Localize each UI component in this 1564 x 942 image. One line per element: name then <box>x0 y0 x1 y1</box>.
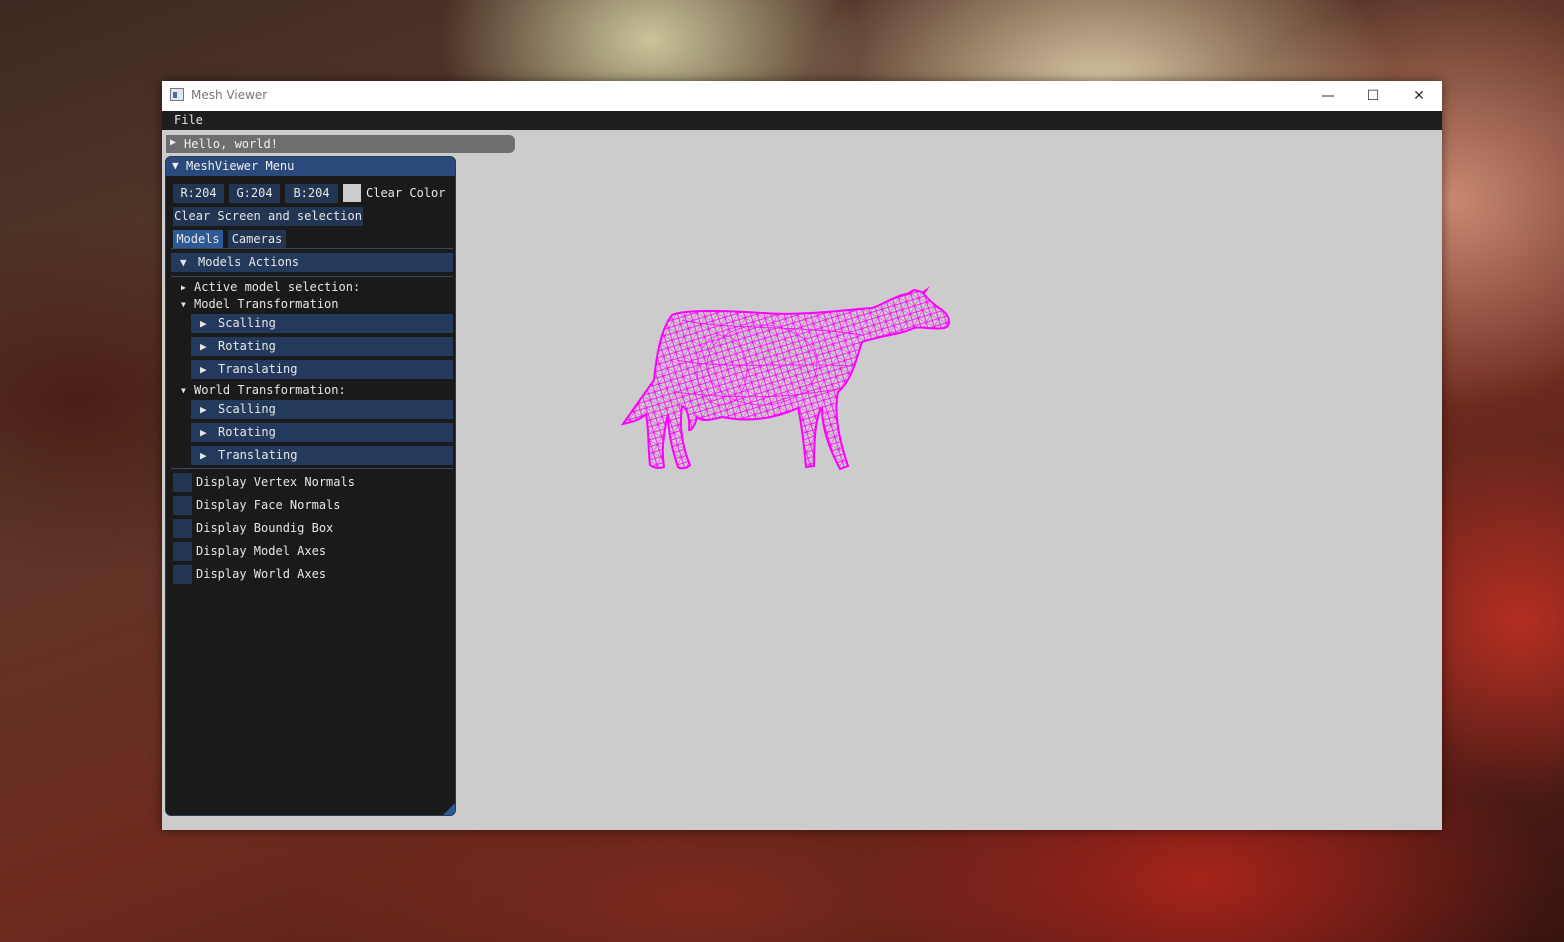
tab-separator <box>171 248 453 249</box>
collapse-arrow-icon[interactable]: ▼ <box>172 159 179 172</box>
model-translating-label: Translating <box>218 362 298 376</box>
expand-arrow-icon[interactable]: ▶ <box>170 137 176 148</box>
section-separator <box>171 276 453 277</box>
minimize-button[interactable]: — <box>1305 81 1351 111</box>
expand-arrow-icon[interactable]: ▶ <box>181 283 186 292</box>
world-rotating-header[interactable]: ▶ Rotating <box>191 423 453 442</box>
panel-title: MeshViewer Menu <box>186 159 295 173</box>
model-translating-header[interactable]: ▶ Translating <box>191 360 453 379</box>
bounding-box-checkbox[interactable] <box>173 519 192 538</box>
world-rotating-label: Rotating <box>218 425 276 439</box>
file-menu[interactable]: File <box>174 113 203 127</box>
model-scaling-header[interactable]: ▶ Scalling <box>191 314 453 333</box>
title-bar[interactable]: Mesh Viewer — ☐ ✕ <box>162 81 1442 111</box>
model-rotating-label: Rotating <box>218 339 276 353</box>
model-scaling-label: Scalling <box>218 316 276 330</box>
tab-models[interactable]: Models <box>173 230 223 249</box>
world-scaling-label: Scalling <box>218 402 276 416</box>
hello-world-title: Hello, world! <box>184 137 278 151</box>
close-button[interactable]: ✕ <box>1396 81 1442 111</box>
menu-bar: File <box>162 111 1442 130</box>
world-axes-checkbox[interactable] <box>173 565 192 584</box>
world-axes-label: Display World Axes <box>196 567 327 581</box>
collapse-arrow-icon: ▼ <box>180 256 187 269</box>
tab-cameras[interactable]: Cameras <box>228 230 286 249</box>
clear-color-swatch[interactable] <box>343 184 361 202</box>
world-scaling-header[interactable]: ▶ Scalling <box>191 400 453 419</box>
expand-arrow-icon: ▶ <box>200 449 207 462</box>
cow-mesh <box>620 286 950 471</box>
world-translating-header[interactable]: ▶ Translating <box>191 446 453 465</box>
model-axes-label: Display Model Axes <box>196 544 327 558</box>
expand-arrow-icon: ▶ <box>200 340 207 353</box>
meshviewer-menu-panel: ▼ MeshViewer Menu R:204 G:204 B:204 Clea… <box>165 156 456 816</box>
expand-arrow-icon: ▶ <box>200 363 207 376</box>
resize-grip-icon[interactable] <box>443 803 455 815</box>
vertex-normals-label: Display Vertex Normals <box>196 475 355 489</box>
world-translating-label: Translating <box>218 448 298 462</box>
expand-arrow-icon: ▶ <box>200 317 207 330</box>
models-actions-label: Models Actions <box>198 255 300 269</box>
window-title: Mesh Viewer <box>191 88 268 102</box>
mesh-viewer-window: Mesh Viewer — ☐ ✕ File ▶ Hello, world! ▼… <box>162 81 1442 830</box>
model-rotating-header[interactable]: ▶ Rotating <box>191 337 453 356</box>
vertex-normals-checkbox[interactable] <box>173 473 192 492</box>
panel-title-bar[interactable]: ▼ MeshViewer Menu <box>166 157 455 176</box>
expand-arrow-icon: ▶ <box>200 403 207 416</box>
maximize-button[interactable]: ☐ <box>1350 81 1396 111</box>
app-icon <box>170 88 184 101</box>
model-axes-checkbox[interactable] <box>173 542 192 561</box>
model-transformation-node[interactable]: Model Transformation <box>194 297 339 311</box>
bounding-box-label: Display Boundig Box <box>196 521 334 535</box>
world-transformation-node[interactable]: World Transformation: <box>194 383 346 397</box>
active-model-selection-node[interactable]: Active model selection: <box>194 280 360 294</box>
clear-color-label: Clear Color <box>366 186 446 200</box>
hello-world-window[interactable]: ▶ Hello, world! <box>166 135 515 153</box>
red-channel-field[interactable]: R:204 <box>173 184 224 203</box>
collapse-arrow-icon[interactable]: ▼ <box>181 386 186 395</box>
blue-channel-field[interactable]: B:204 <box>285 184 338 203</box>
models-actions-header[interactable]: ▼ Models Actions <box>171 253 453 272</box>
green-channel-field[interactable]: G:204 <box>229 184 280 203</box>
face-normals-label: Display Face Normals <box>196 498 341 512</box>
face-normals-checkbox[interactable] <box>173 496 192 515</box>
section-separator <box>171 468 453 469</box>
expand-arrow-icon: ▶ <box>200 426 207 439</box>
collapse-arrow-icon[interactable]: ▼ <box>181 300 186 309</box>
clear-screen-button[interactable]: Clear Screen and selection <box>173 207 363 226</box>
